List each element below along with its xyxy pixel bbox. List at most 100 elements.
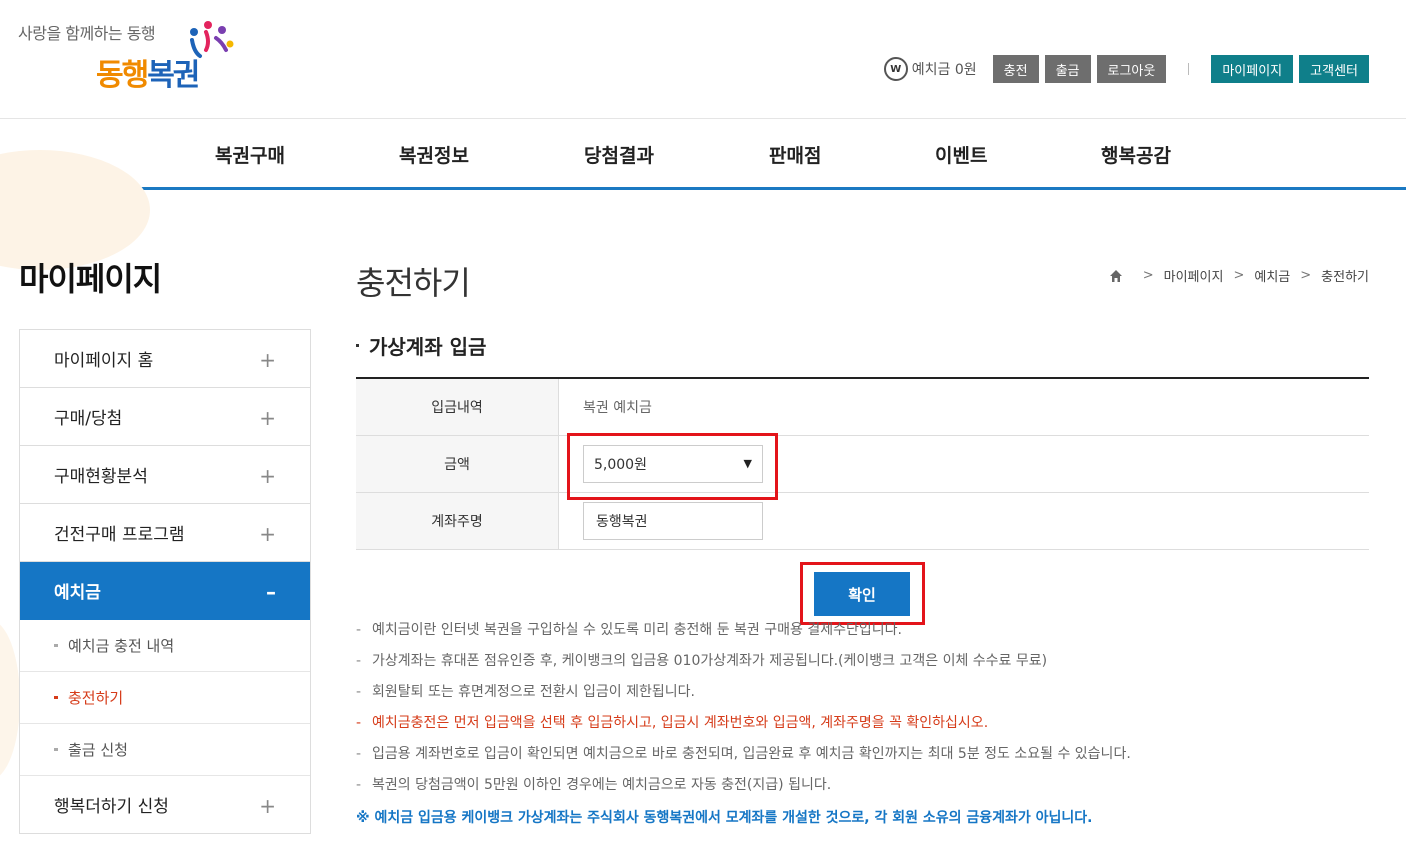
side-item-purchase-win[interactable]: 구매/당첨 + [20, 388, 310, 446]
deposit-balance: W 예치금 0원 [883, 57, 977, 81]
breadcrumb-item[interactable]: 예치금 [1254, 266, 1290, 285]
side-item-happiness-plus[interactable]: 행복더하기 신청 + [20, 776, 310, 834]
nav-results[interactable]: 당첨결과 [584, 141, 654, 168]
support-button[interactable]: 고객센터 [1299, 55, 1369, 83]
won-icon: W [883, 57, 908, 81]
nav-happiness[interactable]: 행복공감 [1101, 141, 1171, 168]
bullet-icon [54, 696, 58, 699]
logo-slogan: 사랑을 함께하는 동행 [18, 24, 156, 43]
notice-text: 입금용 계좌번호로 입금이 확인되면 예치금으로 바로 충전되며, 입금완료 후… [372, 746, 1131, 762]
side-item-label: 구매현황분석 [54, 467, 148, 487]
notice-text: 예치금충전은 먼저 입금액을 선택 후 입금하시고, 입금시 계좌번호와 입금액… [372, 715, 989, 731]
notice-item-warning: - 예치금충전은 먼저 입금액을 선택 후 입금하시고, 입금시 계좌번호와 입금… [356, 713, 1369, 744]
side-subitem-label: 예치금 충전 내역 [68, 637, 175, 655]
plus-icon: + [259, 406, 276, 430]
form-label: 금액 [356, 436, 559, 492]
bullet-icon [54, 644, 58, 647]
amount-cell: 5,000원 ▼ [559, 436, 1369, 492]
side-item-label: 건전구매 프로그램 [54, 525, 185, 545]
account-holder-field[interactable]: 동행복권 [583, 502, 763, 540]
deposit-form: 입금내역 복권 예치금 금액 5,000원 ▼ 계좌주명 동행복권 [356, 377, 1369, 550]
form-row: 입금내역 복권 예치금 [356, 379, 1369, 436]
notice-list: - 예치금이란 인터넷 복권을 구입하실 수 있도록 미리 충전해 둔 복권 구매… [356, 620, 1369, 827]
chevron-right-icon: > [1142, 268, 1154, 283]
amount-select-value: 5,000원 [594, 457, 647, 473]
main-nav: 복권구매 복권정보 당첨결과 판매점 이벤트 행복공감 [0, 118, 1406, 190]
breadcrumb: > 마이페이지 > 예치금 > 충전하기 [1109, 266, 1369, 285]
notice-item: - 예치금이란 인터넷 복권을 구입하실 수 있도록 미리 충전해 둔 복권 구매… [356, 620, 1369, 651]
plus-icon: + [259, 464, 276, 488]
notice-item: - 회원탈퇴 또는 휴면계정으로 전환시 입금이 제한됩니다. [356, 682, 1369, 713]
notice-text: 가상계좌는 휴대폰 점유인증 후, 케이뱅크의 입금용 010가상계좌가 제공됩… [372, 653, 1048, 669]
notice-text: 복권의 당첨금액이 5만원 이하인 경우에는 예치금으로 자동 충전(지급) 됩… [372, 777, 832, 793]
notice-dash: - [356, 777, 362, 793]
notice-item: - 가상계좌는 휴대폰 점유인증 후, 케이뱅크의 입금용 010가상계좌가 제공… [356, 651, 1369, 682]
confirm-button[interactable]: 확인 [814, 572, 910, 616]
side-subitem-label: 충전하기 [68, 689, 124, 707]
form-label: 입금내역 [356, 379, 559, 435]
notice-text: 회원탈퇴 또는 휴면계정으로 전환시 입금이 제한됩니다. [372, 684, 695, 700]
logo-brand: 동행복권 [96, 50, 200, 94]
logout-button[interactable]: 로그아웃 [1096, 55, 1167, 83]
plus-icon: + [259, 522, 276, 546]
breadcrumb-item: 충전하기 [1321, 270, 1369, 285]
footnote: ※ 예치금 입금용 케이뱅크 가상계좌는 주식회사 동행복권에서 모계좌를 개설… [356, 810, 1093, 826]
utility-bar: W 예치금 0원 충전 출금 로그아웃 마이페이지 고객센터 [883, 55, 1369, 83]
side-subitem-charge-history[interactable]: 예치금 충전 내역 [20, 620, 310, 672]
side-item-mypage-home[interactable]: 마이페이지 홈 + [20, 330, 310, 388]
page-title: 충전하기 [356, 264, 471, 302]
header: 사랑을 함께하는 동행 동행복권 W 예치금 0원 충전 출금 로그아웃 마이페… [0, 0, 1406, 118]
side-item-purchase-analysis[interactable]: 구매현황분석 + [20, 446, 310, 504]
side-title: 마이페이지 [19, 260, 162, 298]
side-item-deposit[interactable]: 예치금 – [20, 562, 310, 620]
side-item-label: 예치금 [54, 583, 101, 603]
notice-dash: - [356, 622, 362, 638]
chevron-right-icon: > [1233, 268, 1245, 283]
side-subitem-withdraw-request[interactable]: 출금 신청 [20, 724, 310, 776]
dropdown-arrow-icon: ▼ [743, 457, 752, 470]
plus-icon: + [259, 794, 276, 818]
logo-brand-part2: 복권 [147, 58, 200, 93]
nav-lottery-buy[interactable]: 복권구매 [215, 141, 285, 168]
deposit-type-value: 복권 예치금 [583, 400, 652, 416]
side-item-label: 구매/당첨 [54, 409, 123, 429]
nav-events[interactable]: 이벤트 [935, 141, 987, 168]
minus-icon: – [266, 580, 276, 604]
nav-lottery-info[interactable]: 복권정보 [399, 141, 469, 168]
bullet-icon [356, 344, 359, 347]
withdraw-button[interactable]: 출금 [1044, 55, 1091, 83]
notice-item: - 복권의 당첨금액이 5만원 이하인 경우에는 예치금으로 자동 충전(지급) … [356, 775, 1369, 806]
notice-dash: - [356, 684, 362, 700]
notice-dash: - [356, 746, 362, 762]
side-item-label: 마이페이지 홈 [54, 351, 154, 371]
section-title-text: 가상계좌 입금 [369, 335, 487, 359]
breadcrumb-item[interactable]: 마이페이지 [1164, 266, 1224, 285]
plus-icon: + [259, 348, 276, 372]
section-title: 가상계좌 입금 [356, 331, 486, 360]
notice-text: 예치금이란 인터넷 복권을 구입하실 수 있도록 미리 충전해 둔 복권 구매용… [372, 622, 902, 638]
side-item-healthy-program[interactable]: 건전구매 프로그램 + [20, 504, 310, 562]
side-subitem-charge[interactable]: 충전하기 [20, 672, 310, 724]
logo-brand-part1: 동행 [96, 58, 149, 93]
charge-button[interactable]: 충전 [992, 55, 1039, 83]
form-label: 계좌주명 [356, 493, 559, 549]
nav-stores[interactable]: 판매점 [769, 141, 821, 168]
notice-dash: - [356, 715, 362, 731]
mypage-button[interactable]: 마이페이지 [1211, 55, 1294, 83]
form-row: 계좌주명 동행복권 [356, 493, 1369, 550]
form-row: 금액 5,000원 ▼ [356, 436, 1369, 493]
utility-divider [1188, 63, 1190, 75]
amount-select[interactable]: 5,000원 ▼ [583, 445, 763, 483]
chevron-right-icon: > [1300, 268, 1312, 283]
deposit-label: 예치금 0원 [911, 62, 977, 78]
site-logo[interactable]: 사랑을 함께하는 동행 동행복권 [18, 18, 248, 98]
side-subitem-label: 출금 신청 [68, 741, 128, 759]
side-menu: 마이페이지 홈 + 구매/당첨 + 구매현황분석 + 건전구매 프로그램 + 예… [19, 329, 311, 834]
home-icon[interactable] [1109, 269, 1123, 283]
account-holder-cell: 동행복권 [559, 493, 1369, 549]
side-item-label: 행복더하기 신청 [54, 797, 169, 817]
notice-dash: - [356, 653, 362, 669]
bullet-icon [54, 748, 58, 751]
notice-item: - 입금용 계좌번호로 입금이 확인되면 예치금으로 바로 충전되며, 입금완료 … [356, 744, 1369, 775]
background-decoration [0, 620, 20, 780]
